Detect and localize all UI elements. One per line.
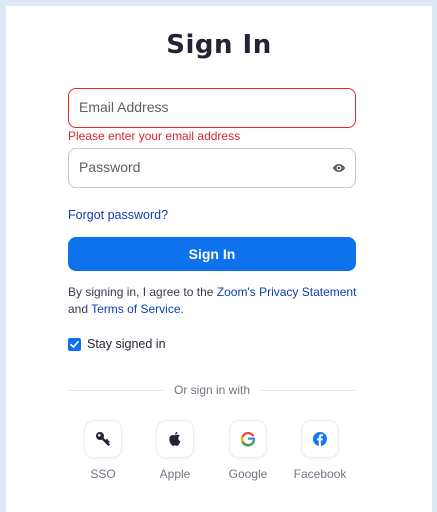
stay-signed-in-checkbox[interactable] <box>68 337 81 351</box>
password-input[interactable] <box>79 149 319 185</box>
divider-line-right <box>260 389 356 391</box>
agreement-prefix: By signing in, I agree to the <box>68 285 217 299</box>
agreement-text: By signing in, I agree to the Zoom's Pri… <box>68 284 358 318</box>
password-field-container <box>68 148 356 188</box>
google-sign-in-button[interactable]: Google <box>218 420 278 481</box>
divider-label: Or sign in with <box>173 383 251 397</box>
apple-icon-box[interactable] <box>156 420 194 458</box>
checkmark-icon <box>70 340 79 348</box>
or-sign-in-with-divider: Or sign in with <box>68 383 356 397</box>
sso-label: SSO <box>90 467 116 481</box>
sso-sign-in-button[interactable]: SSO <box>73 420 133 481</box>
eye-icon[interactable] <box>332 162 346 174</box>
facebook-sign-in-button[interactable]: Facebook <box>290 420 350 481</box>
stay-signed-in-label: Stay signed in <box>87 337 166 351</box>
apple-icon <box>169 431 181 446</box>
sign-in-button[interactable]: Sign In <box>68 237 356 271</box>
agreement-suffix: . <box>180 302 184 316</box>
google-icon <box>240 431 256 447</box>
terms-of-service-link[interactable]: Terms of Service <box>91 302 180 316</box>
email-error-message: Please enter your email address <box>68 129 241 143</box>
sso-icon-box[interactable] <box>84 420 122 458</box>
privacy-statement-link[interactable]: Zoom's Privacy Statement <box>217 285 357 299</box>
key-icon <box>96 432 110 446</box>
page-title: Sign In <box>166 30 272 60</box>
facebook-icon <box>313 432 327 446</box>
stay-signed-in-option[interactable]: Stay signed in <box>68 337 166 351</box>
google-label: Google <box>228 467 268 481</box>
facebook-label: Facebook <box>293 467 347 481</box>
sign-in-card: Sign In Please enter your email address … <box>6 6 432 512</box>
divider-line-left <box>68 389 164 391</box>
apple-sign-in-button[interactable]: Apple <box>145 420 205 481</box>
facebook-icon-box[interactable] <box>301 420 339 458</box>
google-icon-box[interactable] <box>229 420 267 458</box>
apple-label: Apple <box>159 467 191 481</box>
agreement-middle: and <box>68 302 92 316</box>
email-input[interactable] <box>79 89 319 125</box>
forgot-password-link[interactable]: Forgot password? <box>68 208 168 222</box>
email-field-container <box>68 88 356 128</box>
